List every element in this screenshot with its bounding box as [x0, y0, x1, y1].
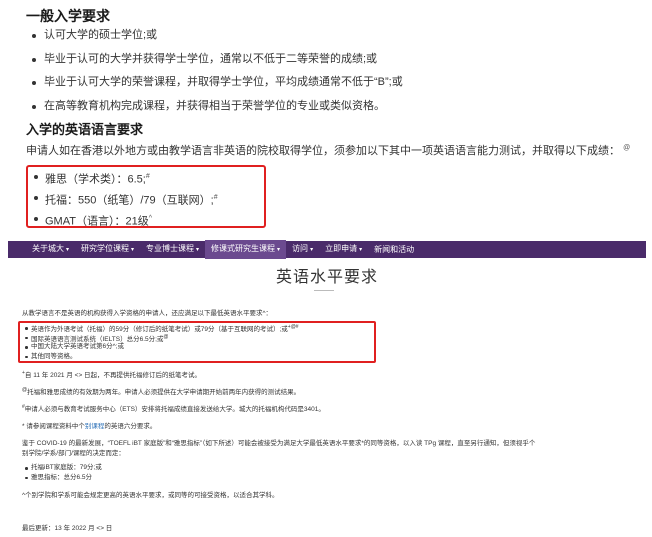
covid-paragraph-line1: 鉴于 COVID-19 的最新发展，“TOEFL iBT 家庭版”和“雅思指标”…	[22, 440, 536, 447]
chevron-down-icon: ▾	[131, 247, 135, 253]
general-requirements-heading: 一般入学要求	[26, 8, 110, 24]
english-intro-text: 申请人如在香港以外地方或由教学语言非英语的院校取得学位，须参加以下其中一项英语语…	[26, 145, 620, 157]
note-text: * 请参阅课程资料中个	[22, 423, 85, 430]
nav-about[interactable]: 关于城大 ▾	[26, 240, 75, 259]
nav-label: 关于城大	[32, 244, 64, 253]
covid-alternatives-list: 托福iBT家庭版：79分;或 雅思指标：总分6.5分	[24, 463, 102, 482]
chevron-down-icon: ▾	[277, 247, 281, 253]
page-title: 英语水平要求	[275, 269, 378, 286]
note-text: 自 11 年 2021 月 <> 日起，不再提供托福修订后的纸笔考试。	[24, 372, 202, 379]
lead-paragraph: 从教学语言不是英语的机构获得入学资格的申请人，还应满足以下最低英语水平要求^：	[22, 310, 273, 317]
covid-paragraph-line2: 别学院/学系/部门/课程的决定而定：	[22, 450, 125, 457]
highlight-box	[26, 165, 266, 228]
list-item: 在高等教育机构完成课程，并获得相当于荣誉学位的专业或类似资格。	[30, 95, 403, 119]
chevron-down-icon: ▾	[196, 247, 200, 253]
nav-apply-now[interactable]: 立即申请 ▾	[319, 240, 368, 259]
nav-taught-postgraduate[interactable]: 修课式研究生课程 ▾	[205, 240, 287, 259]
nav-news-events[interactable]: 新闻和活动	[368, 241, 420, 258]
nav-label: 立即申请	[325, 244, 358, 253]
highlight-box	[18, 321, 376, 363]
list-item: 毕业于认可的大学并获得学士学位，通常以不低于二等荣誉的成绩;或	[30, 48, 403, 72]
english-intro: 申请人如在香港以外地方或由教学语言非英语的院校取得学位，须参加以下其中一项英语语…	[26, 142, 630, 158]
general-requirements-list: 认可大学的硕士学位;或 毕业于认可的大学并获得学士学位，通常以不低于二等荣誉的成…	[30, 24, 403, 118]
footnote-mark[interactable]: @	[623, 144, 630, 151]
main-nav-bar: 关于城大 ▾ 研究学位课程 ▾ 专业博士课程 ▾ 修课式研究生课程 ▾ 访问 ▾ 立即申请…	[8, 240, 646, 259]
nav-label: 新闻和活动	[374, 245, 415, 254]
chevron-down-icon: ▾	[310, 247, 314, 253]
top-panel: 一般入学要求 认可大学的硕士学位;或 毕业于认可的大学并获得学士学位，通常以不低…	[0, 0, 652, 240]
nav-visit[interactable]: 访问 ▾	[286, 240, 319, 259]
caret-note: ^个别学院和学系可能会规定更高的英语水平要求，或同等的可接受资格，以适合其学科。	[22, 492, 279, 499]
chevron-down-icon: ▾	[359, 247, 363, 253]
english-requirements-heading: 入学的英语语言要求	[26, 122, 144, 137]
note-text: 的英语六分要求。	[104, 423, 157, 430]
note-validity: @托福和雅思成绩的有效期为两年。申请人必须提供在大学申请期开始前两年内获得的测试…	[22, 386, 300, 396]
note-toefl-revised: +自 11 年 2021 月 <> 日起，不再提供托福修订后的纸笔考试。	[22, 369, 201, 379]
list-item: 认可大学的硕士学位;或	[30, 24, 403, 48]
nav-professional-doctorate[interactable]: 专业博士课程 ▾	[140, 240, 205, 259]
nav-label: 研究学位课程	[81, 244, 130, 253]
note-text: 托福和雅思成绩的有效期为两年。申请人必须提供在大学申请期开始前两年内获得的测试结…	[27, 389, 301, 396]
title-divider	[314, 290, 334, 291]
last-updated: 最后更新：13 年 2022 月 <> 日	[22, 525, 113, 532]
programme-link[interactable]: 别课程	[85, 423, 105, 430]
note-programme: * 请参阅课程资料中个别课程的英语六分要求。	[22, 420, 156, 430]
list-item: 托福iBT家庭版：79分;或	[24, 463, 102, 473]
nav-label: 修课式研究生课程	[211, 244, 276, 253]
chevron-down-icon: ▾	[66, 247, 70, 253]
nav-research-degrees[interactable]: 研究学位课程 ▾	[75, 240, 140, 259]
nav-label: 专业博士课程	[146, 244, 195, 253]
list-item: 雅思指标：总分6.5分	[24, 473, 102, 483]
note-ets: #申请人必须与教育考试服务中心（ETS）安排将托福成绩直接发送给大学。城大的托福…	[22, 403, 325, 413]
list-item: 毕业于认可大学的荣誉课程，并取得学士学位，平均成绩通常不低于“B”;或	[30, 71, 403, 95]
english-requirements-page: 关于城大 ▾ 研究学位课程 ▾ 专业博士课程 ▾ 修课式研究生课程 ▾ 访问 ▾ 立即申请…	[8, 240, 646, 537]
note-text: 申请人必须与教育考试服务中心（ETS）安排将托福成绩直接发送给大学。城大的托福机…	[24, 406, 325, 413]
nav-label: 访问	[292, 244, 309, 253]
